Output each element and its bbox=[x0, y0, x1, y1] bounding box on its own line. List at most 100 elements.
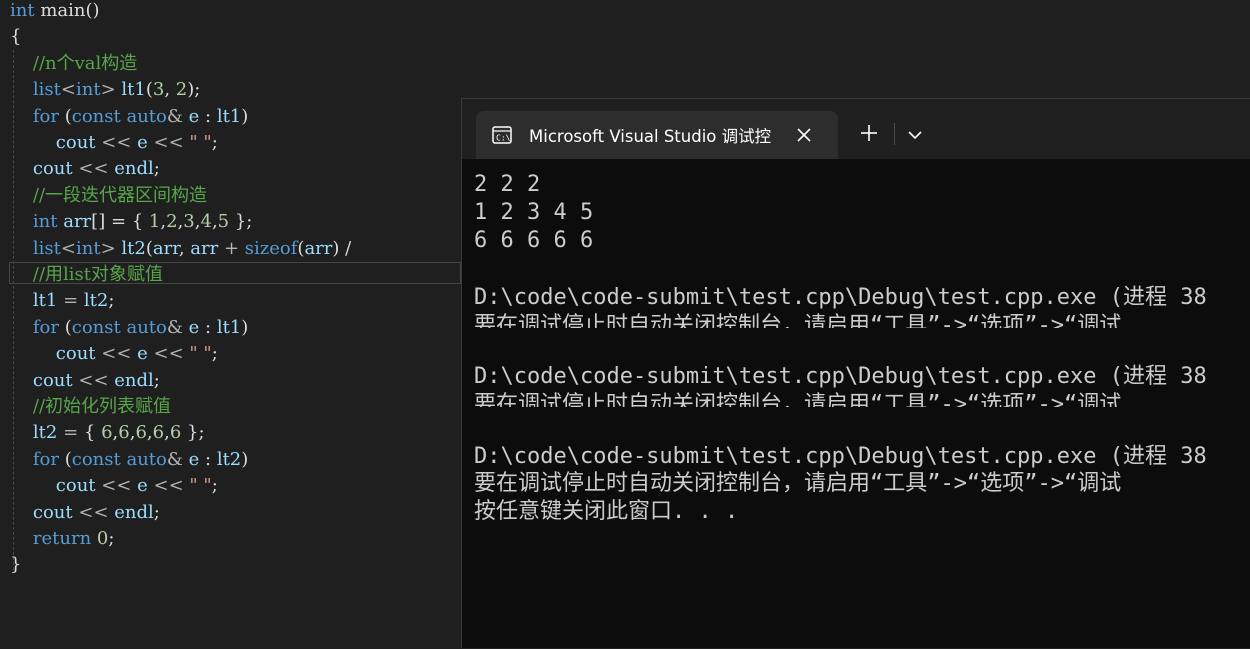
code-token: < bbox=[60, 79, 76, 101]
code-token: //n个val构造 bbox=[32, 52, 138, 74]
code-line[interactable]: lt2 = { 6,6,6,6,6 }; bbox=[10, 420, 205, 446]
code-line[interactable]: return 0; bbox=[10, 526, 115, 552]
code-line[interactable]: //初始化列表赋值 bbox=[10, 394, 171, 420]
code-token: //初始化列表赋值 bbox=[32, 396, 172, 417]
code-token: : bbox=[199, 316, 217, 338]
plus-icon[interactable] bbox=[857, 121, 881, 145]
code-line[interactable]: for (const auto& e : lt1) bbox=[10, 104, 248, 130]
exit-message: D:\code\code-submit\test.cpp\Debug\test.… bbox=[474, 364, 1207, 389]
hint-message-clipped: 要在调试停止时自动关闭控制台，请启用“工具”->“选项”->“调试 bbox=[474, 392, 1122, 407]
code-line[interactable]: for (const auto& e : lt1) bbox=[10, 315, 248, 341]
code-line[interactable]: //用list对象赋值 bbox=[10, 262, 163, 288]
code-token: << bbox=[147, 343, 190, 365]
code-token: ( bbox=[59, 316, 72, 338]
code-token: cout bbox=[32, 501, 73, 523]
code-token: int bbox=[10, 0, 35, 21]
tab-divider bbox=[894, 123, 895, 145]
press-key-message: 按任意键关闭此窗口. . . bbox=[474, 499, 739, 524]
code-token: 3 bbox=[152, 79, 165, 101]
code-line[interactable]: cout << e << " "; bbox=[10, 341, 218, 367]
code-line[interactable]: list<int> lt2(arr, arr + sizeof(arr) / bbox=[10, 236, 351, 262]
code-line[interactable]: cout << e << " "; bbox=[10, 473, 218, 499]
code-line[interactable]: //n个val构造 bbox=[10, 51, 137, 77]
close-icon[interactable] bbox=[792, 123, 816, 147]
code-token: ) bbox=[241, 105, 249, 127]
output-line: 2 2 2 bbox=[474, 172, 541, 197]
code-line[interactable]: list<int> lt1(3, 2); bbox=[10, 77, 200, 103]
code-token: //一段迭代器区间构造 bbox=[32, 184, 208, 206]
code-line[interactable]: cout << e << " "; bbox=[10, 130, 218, 156]
console-output: 2 2 2 1 2 3 4 5 6 6 6 6 6 D:\code\code-s… bbox=[462, 159, 1250, 649]
code-token: list bbox=[32, 79, 61, 101]
code-line[interactable]: for (const auto& e : lt2) bbox=[10, 447, 248, 473]
chevron-down-icon[interactable] bbox=[904, 124, 926, 146]
console-tab[interactable]: C:\ Microsoft Visual Studio 调试控 bbox=[476, 111, 838, 159]
hint-message-clipped: 要在调试停止时自动关闭控制台，请启用“工具”->“选项”->“调试 bbox=[474, 313, 1122, 328]
code-token: 4 bbox=[200, 211, 212, 233]
code-token: 6 bbox=[118, 422, 130, 444]
code-token: cout bbox=[32, 369, 73, 391]
code-token: " " bbox=[189, 475, 212, 497]
code-token: lt2 bbox=[121, 237, 146, 259]
code-token: ) bbox=[241, 316, 249, 338]
code-token: 6 bbox=[135, 422, 147, 444]
code-token: & bbox=[166, 105, 183, 127]
code-token: << bbox=[72, 369, 115, 391]
code-token: main() bbox=[34, 0, 100, 21]
code-token: arr bbox=[152, 237, 179, 259]
code-line[interactable]: lt1 = lt2; bbox=[10, 288, 115, 314]
code-line[interactable]: //一段迭代器区间构造 bbox=[10, 183, 207, 209]
code-token: ; bbox=[153, 158, 160, 180]
code-line[interactable]: cout << endl; bbox=[10, 368, 160, 394]
code-token: & bbox=[166, 448, 183, 470]
code-token: , bbox=[178, 237, 191, 259]
code-line[interactable]: int main() bbox=[10, 0, 100, 24]
console-window[interactable]: C:\ Microsoft Visual Studio 调试控 2 2 2 1 … bbox=[461, 98, 1250, 648]
code-token: ( bbox=[145, 237, 153, 259]
code-token: ); bbox=[187, 79, 201, 101]
tab-title: Microsoft Visual Studio 调试控 bbox=[529, 127, 772, 146]
code-line[interactable]: cout << endl; bbox=[10, 500, 160, 526]
code-token: e bbox=[188, 448, 200, 470]
code-token: << bbox=[72, 501, 115, 523]
code-token: endl bbox=[114, 158, 154, 180]
code-token: } bbox=[10, 554, 22, 576]
code-token: const bbox=[71, 105, 121, 127]
code-token: > bbox=[100, 237, 122, 259]
code-token: cout bbox=[55, 343, 96, 365]
title-bar: C:\ Microsoft Visual Studio 调试控 bbox=[462, 99, 1250, 159]
code-line[interactable]: int arr[] = { 1,2,3,4,5 }; bbox=[10, 209, 252, 235]
code-token: : bbox=[199, 105, 217, 127]
code-token: << bbox=[95, 343, 138, 365]
code-token: ; bbox=[153, 501, 160, 523]
code-token: }; bbox=[181, 422, 205, 444]
code-token: , bbox=[164, 79, 176, 101]
output-line: 1 2 3 4 5 bbox=[474, 200, 594, 225]
code-token: e bbox=[188, 105, 200, 127]
code-token: ( bbox=[59, 448, 72, 470]
code-token: ( bbox=[145, 79, 153, 101]
code-line[interactable]: } bbox=[10, 552, 21, 578]
code-token: : bbox=[199, 448, 217, 470]
code-line[interactable]: { bbox=[10, 24, 21, 50]
code-token: ; bbox=[211, 475, 218, 497]
code-token: const bbox=[71, 448, 121, 470]
code-token: + bbox=[218, 237, 245, 259]
code-token: return bbox=[32, 528, 92, 549]
code-token: arr bbox=[190, 237, 219, 259]
code-token: " " bbox=[189, 132, 212, 153]
code-token: arr bbox=[63, 211, 92, 233]
code-token: 1 bbox=[148, 211, 161, 233]
code-token: cout bbox=[55, 132, 96, 153]
code-line[interactable]: cout << endl; bbox=[10, 156, 160, 182]
